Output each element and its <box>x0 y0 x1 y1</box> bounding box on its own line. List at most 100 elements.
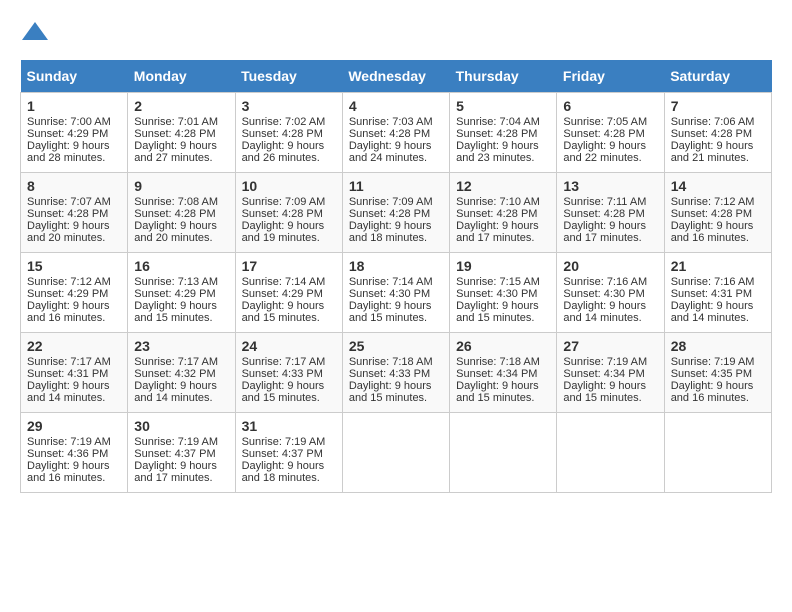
day-info-line: and 17 minutes. <box>456 232 550 244</box>
day-info-line: and 15 minutes. <box>242 392 336 404</box>
day-info-line: and 15 minutes. <box>456 312 550 324</box>
day-info-line: and 19 minutes. <box>242 232 336 244</box>
day-number: 7 <box>671 98 765 114</box>
day-info-line: Sunrise: 7:17 AM <box>134 356 228 368</box>
calendar-cell-day-6: 6Sunrise: 7:05 AMSunset: 4:28 PMDaylight… <box>557 93 664 173</box>
day-number: 31 <box>242 418 336 434</box>
calendar-cell-day-9: 9Sunrise: 7:08 AMSunset: 4:28 PMDaylight… <box>128 173 235 253</box>
day-info-line: Daylight: 9 hours <box>349 300 443 312</box>
day-info-line: Daylight: 9 hours <box>242 380 336 392</box>
calendar-row: 1Sunrise: 7:00 AMSunset: 4:29 PMDaylight… <box>21 93 772 173</box>
calendar-cell-day-11: 11Sunrise: 7:09 AMSunset: 4:28 PMDayligh… <box>342 173 449 253</box>
day-info-line: Sunset: 4:28 PM <box>134 208 228 220</box>
day-info-line: Sunrise: 7:02 AM <box>242 116 336 128</box>
day-info-line: Sunset: 4:28 PM <box>134 128 228 140</box>
day-info-line: Sunrise: 7:19 AM <box>671 356 765 368</box>
day-info-line: and 20 minutes. <box>134 232 228 244</box>
day-header-thursday: Thursday <box>450 60 557 93</box>
day-info-line: Daylight: 9 hours <box>27 300 121 312</box>
day-info-line: Sunrise: 7:04 AM <box>456 116 550 128</box>
day-info-line: Sunset: 4:28 PM <box>456 128 550 140</box>
day-info-line: Sunrise: 7:15 AM <box>456 276 550 288</box>
day-info-line: and 27 minutes. <box>134 152 228 164</box>
calendar-header-row: SundayMondayTuesdayWednesdayThursdayFrid… <box>21 60 772 93</box>
day-info-line: and 14 minutes. <box>27 392 121 404</box>
calendar-cell-day-5: 5Sunrise: 7:04 AMSunset: 4:28 PMDaylight… <box>450 93 557 173</box>
calendar-cell-day-13: 13Sunrise: 7:11 AMSunset: 4:28 PMDayligh… <box>557 173 664 253</box>
day-info-line: Sunset: 4:30 PM <box>349 288 443 300</box>
day-header-wednesday: Wednesday <box>342 60 449 93</box>
day-info-line: Sunrise: 7:19 AM <box>563 356 657 368</box>
day-number: 15 <box>27 258 121 274</box>
day-info-line: Sunset: 4:31 PM <box>671 288 765 300</box>
day-info-line: Daylight: 9 hours <box>134 220 228 232</box>
day-info-line: Sunrise: 7:12 AM <box>27 276 121 288</box>
day-header-monday: Monday <box>128 60 235 93</box>
day-info-line: Sunset: 4:37 PM <box>242 448 336 460</box>
day-info-line: Daylight: 9 hours <box>456 220 550 232</box>
calendar-cell-day-7: 7Sunrise: 7:06 AMSunset: 4:28 PMDaylight… <box>664 93 771 173</box>
day-number: 26 <box>456 338 550 354</box>
day-info-line: Sunset: 4:32 PM <box>134 368 228 380</box>
day-number: 9 <box>134 178 228 194</box>
day-info-line: Sunrise: 7:05 AM <box>563 116 657 128</box>
day-info-line: and 17 minutes. <box>563 232 657 244</box>
calendar-cell-day-8: 8Sunrise: 7:07 AMSunset: 4:28 PMDaylight… <box>21 173 128 253</box>
day-info-line: Sunset: 4:28 PM <box>671 208 765 220</box>
day-info-line: Daylight: 9 hours <box>349 140 443 152</box>
day-info-line: and 20 minutes. <box>27 232 121 244</box>
calendar-cell-day-31: 31Sunrise: 7:19 AMSunset: 4:37 PMDayligh… <box>235 413 342 493</box>
day-info-line: Daylight: 9 hours <box>456 140 550 152</box>
day-info-line: and 15 minutes. <box>134 312 228 324</box>
day-info-line: Daylight: 9 hours <box>242 140 336 152</box>
day-info-line: and 17 minutes. <box>134 472 228 484</box>
day-info-line: Daylight: 9 hours <box>349 380 443 392</box>
day-info-line: Daylight: 9 hours <box>27 460 121 472</box>
calendar-row: 29Sunrise: 7:19 AMSunset: 4:36 PMDayligh… <box>21 413 772 493</box>
day-info-line: and 26 minutes. <box>242 152 336 164</box>
day-info-line: Sunset: 4:28 PM <box>242 128 336 140</box>
day-info-line: and 15 minutes. <box>456 392 550 404</box>
day-info-line: and 15 minutes. <box>242 312 336 324</box>
day-info-line: and 18 minutes. <box>349 232 443 244</box>
calendar-cell-day-12: 12Sunrise: 7:10 AMSunset: 4:28 PMDayligh… <box>450 173 557 253</box>
day-info-line: Daylight: 9 hours <box>242 300 336 312</box>
day-number: 22 <box>27 338 121 354</box>
calendar-cell-day-25: 25Sunrise: 7:18 AMSunset: 4:33 PMDayligh… <box>342 333 449 413</box>
day-info-line: Sunrise: 7:17 AM <box>27 356 121 368</box>
day-info-line: Sunrise: 7:00 AM <box>27 116 121 128</box>
day-header-friday: Friday <box>557 60 664 93</box>
day-info-line: Sunset: 4:29 PM <box>27 288 121 300</box>
day-info-line: Daylight: 9 hours <box>349 220 443 232</box>
day-info-line: Sunrise: 7:09 AM <box>242 196 336 208</box>
calendar-cell-day-21: 21Sunrise: 7:16 AMSunset: 4:31 PMDayligh… <box>664 253 771 333</box>
day-info-line: Sunset: 4:37 PM <box>134 448 228 460</box>
day-info-line: Daylight: 9 hours <box>563 300 657 312</box>
day-info-line: Sunset: 4:35 PM <box>671 368 765 380</box>
header <box>20 20 772 50</box>
day-info-line: Sunrise: 7:01 AM <box>134 116 228 128</box>
day-info-line: Daylight: 9 hours <box>563 380 657 392</box>
calendar-cell-day-27: 27Sunrise: 7:19 AMSunset: 4:34 PMDayligh… <box>557 333 664 413</box>
day-info-line: Daylight: 9 hours <box>27 140 121 152</box>
calendar-row: 15Sunrise: 7:12 AMSunset: 4:29 PMDayligh… <box>21 253 772 333</box>
calendar-cell-day-24: 24Sunrise: 7:17 AMSunset: 4:33 PMDayligh… <box>235 333 342 413</box>
day-info-line: Sunset: 4:28 PM <box>671 128 765 140</box>
day-info-line: Sunrise: 7:19 AM <box>242 436 336 448</box>
calendar-cell-day-10: 10Sunrise: 7:09 AMSunset: 4:28 PMDayligh… <box>235 173 342 253</box>
logo <box>20 20 54 50</box>
day-number: 21 <box>671 258 765 274</box>
day-info-line: Sunrise: 7:11 AM <box>563 196 657 208</box>
day-info-line: and 16 minutes. <box>671 392 765 404</box>
day-info-line: Daylight: 9 hours <box>671 140 765 152</box>
calendar-cell-day-18: 18Sunrise: 7:14 AMSunset: 4:30 PMDayligh… <box>342 253 449 333</box>
calendar-cell-day-28: 28Sunrise: 7:19 AMSunset: 4:35 PMDayligh… <box>664 333 771 413</box>
calendar-cell-day-15: 15 Sunrise: 7:12 AMSunset: 4:29 PMDayligh… <box>21 253 128 333</box>
day-number: 3 <box>242 98 336 114</box>
day-info-line: Sunset: 4:33 PM <box>242 368 336 380</box>
logo-icon <box>20 20 50 50</box>
day-info-line: Sunset: 4:28 PM <box>349 208 443 220</box>
day-info-line: Daylight: 9 hours <box>456 300 550 312</box>
day-info-line: Daylight: 9 hours <box>134 300 228 312</box>
day-info-line: Sunset: 4:34 PM <box>456 368 550 380</box>
